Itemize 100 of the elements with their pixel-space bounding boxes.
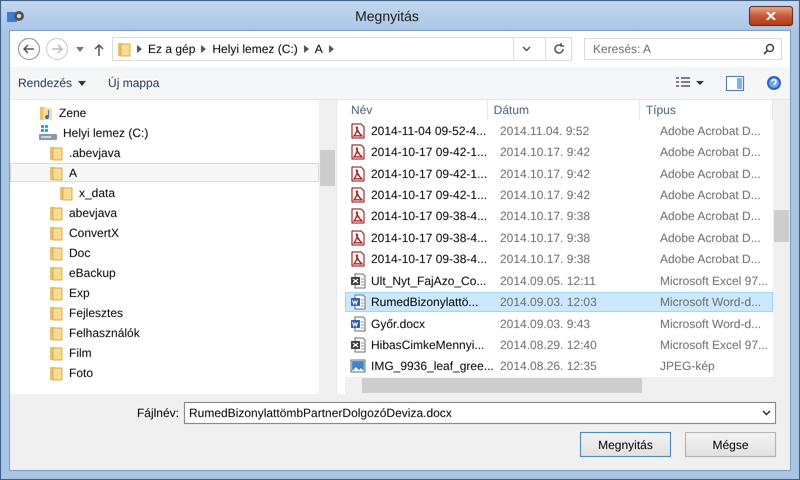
filename-field[interactable]: RumedBizonylattömbPartnerDolgozóDeviza.docx [184, 402, 776, 424]
pdf-file-icon [350, 251, 366, 268]
window-title: Megnyitás [354, 8, 420, 24]
search-field[interactable]: Keresés: A [584, 38, 782, 60]
address-bar[interactable]: Ez a gép Helyi lemez (C:) A [112, 37, 572, 61]
file-name: Ult_Nyt_FajAzo_Co... [371, 274, 486, 288]
folder-icon [49, 264, 63, 280]
pdf-file-icon [350, 208, 366, 224]
file-date: 2014.10.17. 9:42 [500, 188, 590, 202]
close-icon [766, 12, 776, 20]
tree-item[interactable]: x_data [10, 183, 319, 202]
new-folder-button[interactable]: Új mappa [108, 76, 160, 90]
file-date: 2014.10.17. 9:38 [500, 209, 590, 224]
drive-icon [39, 124, 57, 140]
file-type: Adobe Acrobat D... [660, 252, 761, 266]
help-button[interactable] [766, 75, 782, 91]
folder-icon [117, 41, 131, 57]
file-date: 2014.10.17. 9:42 [500, 166, 590, 181]
pdf-file-icon [350, 122, 366, 139]
tree-item[interactable]: Film [10, 343, 319, 362]
file-type: JPEG-kép [660, 359, 715, 374]
file-name: 2014-10-17 09-38-4... [371, 230, 488, 245]
file-row[interactable]: IMG_9936_leaf_gree... 2014.08.26. 12:35 JPEG-kép [345, 356, 773, 376]
column-header[interactable]: Név [345, 100, 488, 120]
folder-icon [59, 184, 73, 200]
folder-icon [49, 324, 63, 340]
file-type: Adobe Acrobat D... [660, 209, 761, 224]
file-type: Microsoft Excel 97... [660, 338, 768, 352]
column-header[interactable]: Dátum [488, 100, 640, 120]
tree-item[interactable]: Exp [10, 283, 319, 302]
file-row[interactable]: 2014-10-17 09-38-4... 2014.10.17. 9:38 Adobe Acrobat D... [345, 228, 773, 248]
back-arrow-icon [23, 44, 35, 54]
tree-item[interactable]: Helyi lemez (C:) [10, 123, 319, 142]
help-icon [766, 75, 782, 91]
tree-item[interactable]: .abevjava [10, 143, 319, 162]
search-icon [763, 43, 775, 55]
file-name: 2014-10-17 09-42-1... [371, 188, 488, 202]
pdf-file-icon [350, 166, 366, 182]
folder-icon [49, 304, 63, 320]
folder-icon [49, 244, 63, 260]
pdf-file-icon [350, 187, 366, 204]
tree-item[interactable]: abevjava [10, 203, 319, 222]
filename-label: Fájlnév: [136, 406, 179, 420]
file-date: 2014.11.04. 9:52 [500, 124, 590, 138]
folder-icon [49, 344, 63, 360]
breadcrumb[interactable]: Ez a gép [148, 42, 196, 56]
back-button[interactable] [18, 38, 40, 60]
file-type: Microsoft Excel 97... [660, 274, 768, 288]
file-date: 2014.10.17. 9:42 [500, 145, 590, 160]
recent-dropdown-button[interactable] [74, 46, 86, 52]
file-row[interactable]: HibasCimkeMennyi... 2014.08.29. 12:40 Microsoft Excel 97... [345, 335, 773, 355]
file-type: Adobe Acrobat D... [660, 188, 761, 202]
refresh-icon [552, 43, 564, 55]
file-row[interactable]: 2014-10-17 09-38-4... 2014.10.17. 9:38 Adobe Acrobat D... [345, 206, 773, 226]
tree-item[interactable]: eBackup [10, 263, 319, 282]
tree-item[interactable]: Fejlesztes [10, 303, 319, 322]
file-row[interactable]: 2014-10-17 09-42-1... 2014.10.17. 9:42 Adobe Acrobat D... [345, 142, 773, 162]
file-type: Adobe Acrobat D... [660, 166, 761, 181]
forward-arrow-icon [51, 44, 63, 54]
tree-item[interactable]: Doc [10, 243, 319, 262]
file-type: Microsoft Word-d... [660, 295, 762, 310]
file-row[interactable]: 2014-10-17 09-38-4... 2014.10.17. 9:38 Adobe Acrobat D... [345, 250, 773, 269]
file-name: 2014-10-17 09-42-1... [371, 145, 488, 160]
file-date: 2014.08.26. 12:35 [500, 359, 597, 374]
file-name: Győr.docx [371, 316, 426, 331]
file-row[interactable]: RumedBizonylattö... 2014.09.03. 12:03 Microsoft Word-d... [345, 292, 773, 312]
tree-item[interactable]: Zene [10, 103, 319, 122]
file-row[interactable]: 2014-11-04 09-52-4... 2014.11.04. 9:52 Adobe Acrobat D... [345, 121, 773, 141]
file-date: 2014.10.17. 9:38 [500, 230, 590, 245]
chevron-right-icon [304, 45, 309, 53]
scrollbar[interactable] [773, 100, 790, 377]
view-menu-button[interactable] [676, 77, 704, 89]
file-row[interactable]: 2014-10-17 09-42-1... 2014.10.17. 9:42 Adobe Acrobat D... [345, 164, 773, 184]
file-row[interactable]: Ult_Nyt_FajAzo_Co... 2014.09.05. 12:11 Microsoft Excel 97... [345, 271, 773, 290]
organize-menu-button[interactable]: Rendezés [18, 76, 86, 90]
breadcrumb[interactable]: A [314, 42, 323, 56]
file-date: 2014.09.03. 9:43 [500, 316, 590, 331]
chevron-right-icon [137, 45, 142, 53]
pdf-file-icon [350, 230, 366, 246]
folder-icon [49, 204, 63, 220]
file-row[interactable]: 2014-10-17 09-42-1... 2014.10.17. 9:42 Adobe Acrobat D... [345, 185, 773, 205]
document-file-icon [350, 316, 366, 332]
tree-item[interactable]: Felhasználók [10, 323, 319, 342]
up-button[interactable] [92, 42, 106, 56]
chevron-down-icon [522, 46, 531, 52]
folder-icon [49, 164, 63, 180]
close-button[interactable] [749, 6, 793, 26]
preview-pane-button[interactable] [726, 76, 744, 90]
file-name: 2014-10-17 09-42-1... [371, 166, 488, 181]
cancel-button[interactable]: Mégse [685, 432, 776, 457]
horizontal-scrollbar[interactable] [345, 377, 790, 394]
breadcrumb[interactable]: Helyi lemez (C:) [212, 42, 298, 56]
scrollbar[interactable] [319, 100, 336, 394]
document-file-icon [350, 294, 366, 310]
tree-item[interactable]: A [10, 163, 319, 182]
tree-item[interactable]: ConvertX [10, 223, 319, 242]
open-button[interactable]: Megnyitás [580, 432, 671, 457]
tree-item[interactable]: Foto [10, 363, 319, 382]
file-row[interactable]: Győr.docx 2014.09.03. 9:43 Microsoft Word-d... [345, 314, 773, 334]
file-name: RumedBizonylattö... [371, 295, 478, 310]
